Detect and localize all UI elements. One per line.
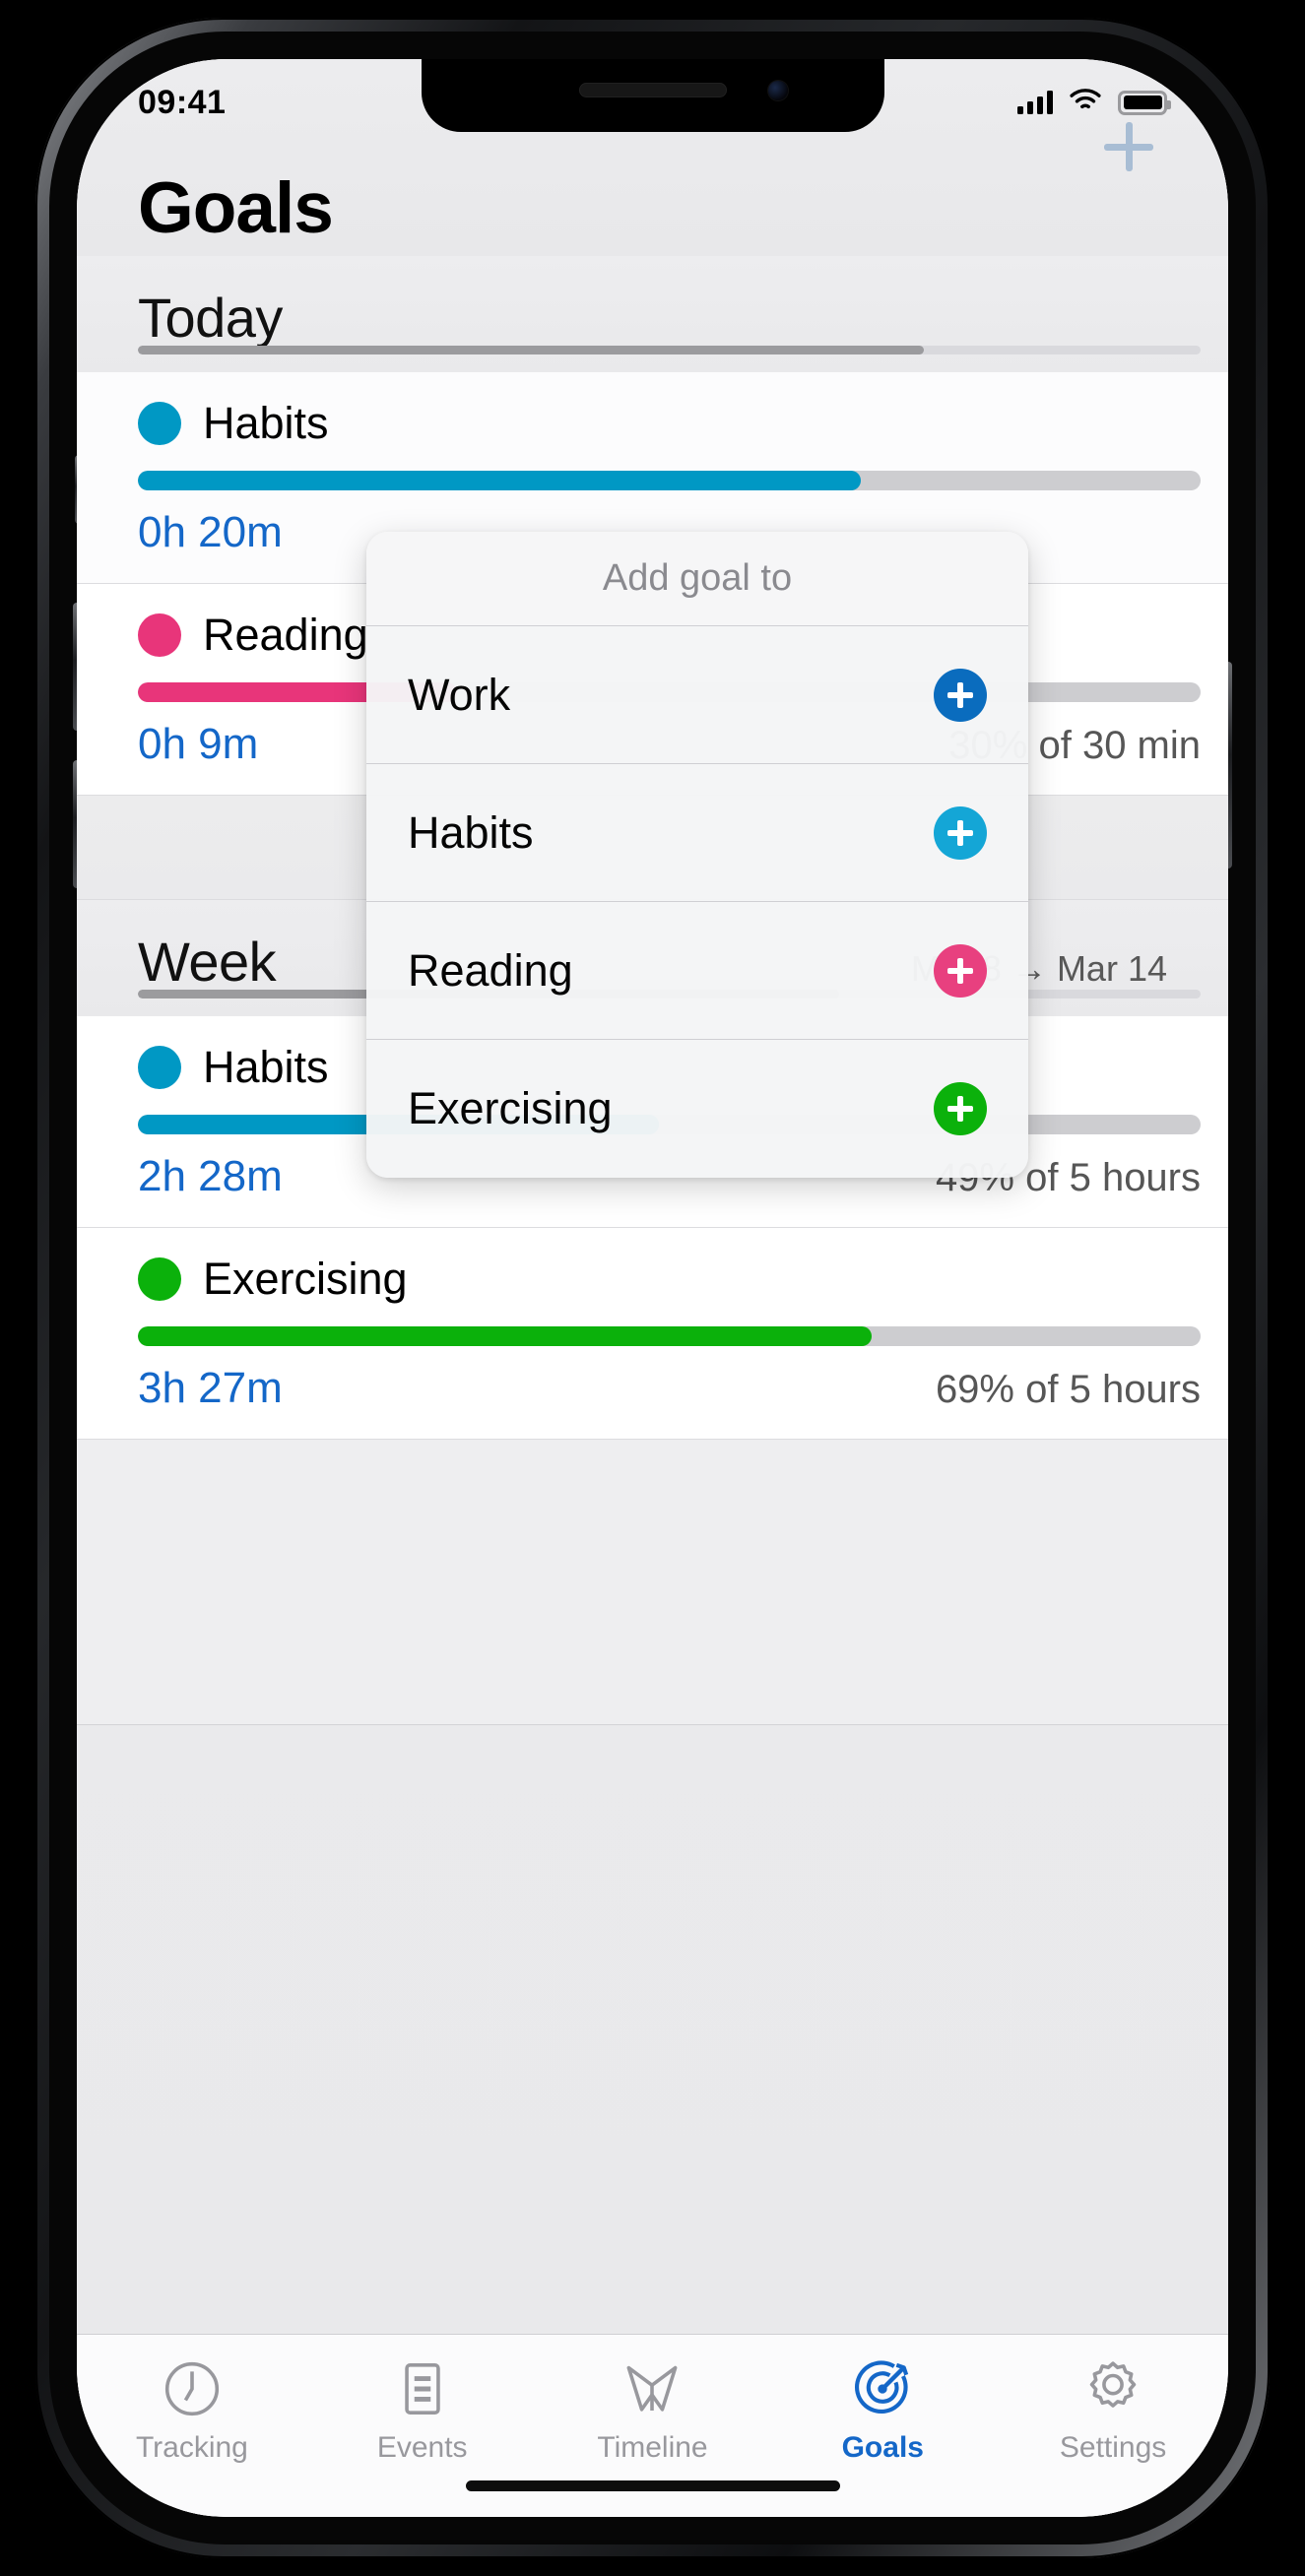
goal-name: Exercising [203, 1254, 408, 1304]
goal-name: Reading [203, 610, 368, 660]
popover-item-label: Habits [408, 806, 534, 858]
front-camera [767, 81, 788, 100]
popover-item-habits[interactable]: Habits [366, 764, 1028, 902]
tab-label: Settings [1059, 2431, 1167, 2464]
popover-item-label: Exercising [408, 1083, 613, 1133]
list-empty-area [77, 1440, 1228, 1725]
earpiece-speaker [578, 83, 727, 97]
add-plus-icon[interactable] [934, 805, 987, 860]
section-title-today: Today [138, 287, 283, 349]
status-time: 09:41 [138, 83, 227, 121]
home-indicator[interactable] [465, 2480, 840, 2491]
wifi-icon [1069, 88, 1102, 118]
popover-item-label: Reading [408, 944, 573, 996]
page-title: Goals [138, 168, 334, 248]
tab-timeline[interactable]: Timeline [538, 2356, 768, 2465]
section-progress-fill [138, 346, 925, 354]
goal-progress-fill [138, 1326, 872, 1346]
device-inner-bezel: Goals Today Habits 0h 20m Reading 0h 9m … [49, 32, 1256, 2544]
add-plus-icon[interactable] [934, 943, 987, 998]
tab-tracking[interactable]: Tracking [77, 2356, 307, 2465]
goals-list[interactable]: Today Habits 0h 20m Reading 0h 9m 30% of… [77, 256, 1228, 2334]
add-plus-icon[interactable] [934, 1082, 987, 1135]
goal-name: Habits [203, 398, 329, 448]
goal-time-value: 3h 27m [138, 1364, 283, 1412]
goal-time-value: 0h 9m [138, 720, 259, 768]
tab-settings[interactable]: Settings [998, 2356, 1228, 2465]
clock-icon [160, 2356, 225, 2421]
tab-label: Timeline [597, 2431, 708, 2464]
goal-progress-bar [138, 1326, 1201, 1346]
tab-label: Tracking [135, 2431, 248, 2464]
goal-color-dot [138, 1046, 181, 1089]
tab-label: Events [376, 2431, 468, 2464]
goal-color-dot [138, 1257, 181, 1301]
add-goal-popover: Add goal to Work Habits Reading Exercisi… [366, 532, 1028, 1178]
goals-app: Goals Today Habits 0h 20m Reading 0h 9m … [77, 59, 1228, 2517]
goal-time-value: 2h 28m [138, 1152, 283, 1200]
gear-icon [1080, 2356, 1145, 2421]
device-screen-bezel: Goals Today Habits 0h 20m Reading 0h 9m … [77, 59, 1228, 2517]
goal-progress-bar [138, 471, 1201, 490]
device-notch [421, 59, 884, 132]
popover-item-reading[interactable]: Reading [366, 902, 1028, 1040]
popover-item-exercising[interactable]: Exercising [366, 1040, 1028, 1178]
section-title-week: Week [138, 931, 277, 993]
cellular-signal-icon [1017, 91, 1053, 114]
goal-progress-fill [138, 471, 861, 490]
goal-row-week-exercising[interactable]: Exercising 3h 27m 69% of 5 hours [77, 1228, 1228, 1440]
device-frame: Goals Today Habits 0h 20m Reading 0h 9m … [35, 18, 1270, 2558]
add-plus-icon[interactable] [934, 668, 987, 722]
goal-time-value: 0h 20m [138, 508, 283, 556]
goal-color-dot [138, 402, 181, 445]
battery-full-icon [1118, 90, 1171, 115]
goal-name: Habits [203, 1042, 329, 1092]
popover-item-work[interactable]: Work [366, 626, 1028, 764]
phone-screen: Goals Today Habits 0h 20m Reading 0h 9m … [77, 59, 1228, 2517]
popover-item-label: Work [408, 669, 511, 720]
list-icon [390, 2356, 455, 2421]
section-progress-today [138, 346, 1201, 354]
tab-goals[interactable]: Goals [767, 2356, 998, 2465]
section-header-today: Today [77, 256, 1228, 372]
paper-plane-icon [620, 2356, 685, 2421]
popover-title: Add goal to [366, 532, 1028, 626]
target-icon [850, 2356, 915, 2421]
tab-label: Goals [841, 2431, 924, 2464]
goal-percent-label: 69% of 5 hours [935, 1368, 1201, 1411]
goal-color-dot [138, 613, 181, 657]
tab-events[interactable]: Events [307, 2356, 538, 2465]
